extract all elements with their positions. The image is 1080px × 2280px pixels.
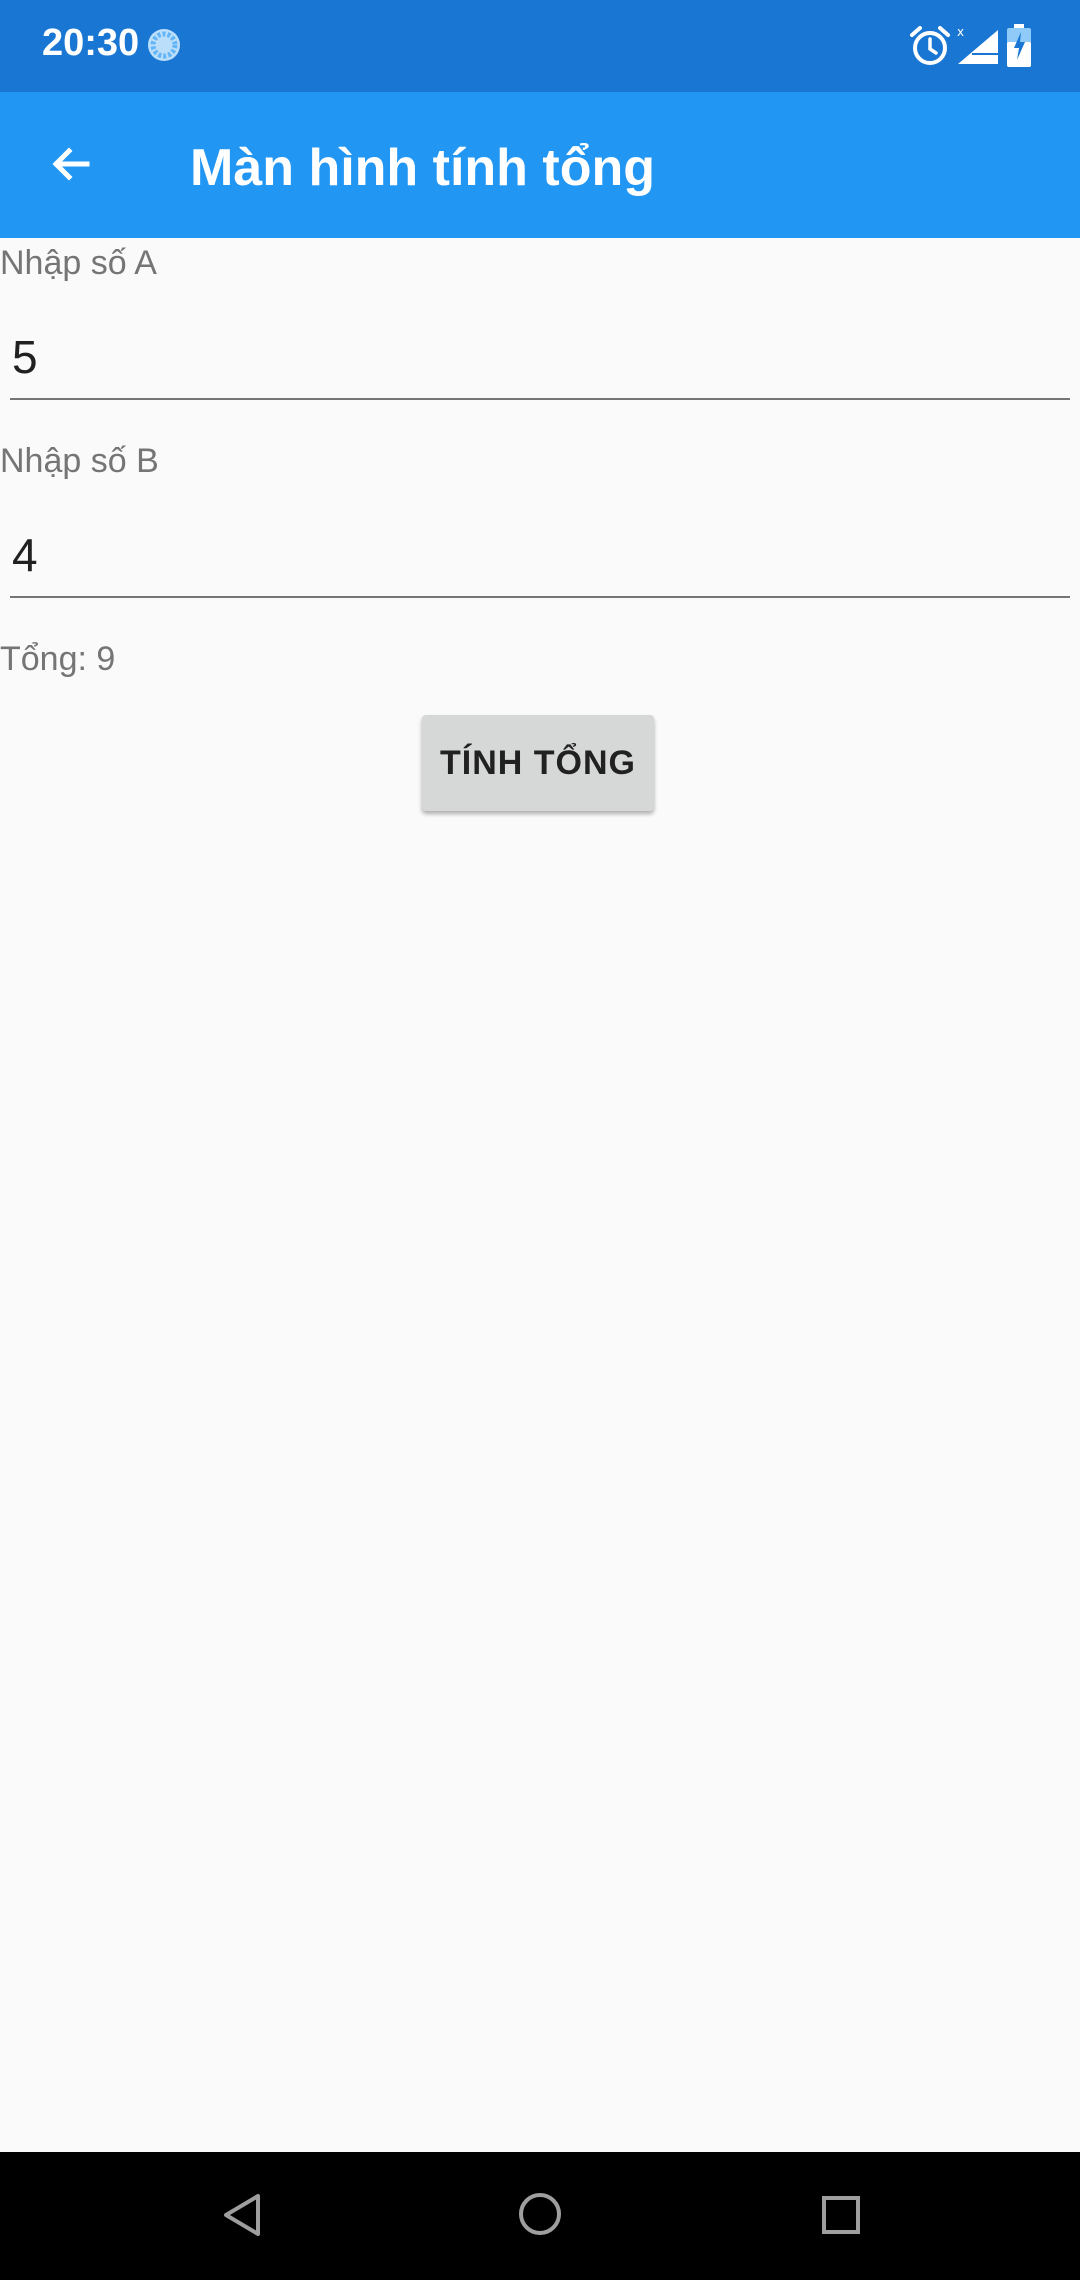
number-b-input[interactable] <box>10 514 1070 598</box>
calculate-sum-button[interactable]: TÍNH TỔNG <box>422 715 654 811</box>
nav-back-icon[interactable] <box>218 2190 268 2240</box>
back-button[interactable] <box>36 129 106 199</box>
nav-recents-icon[interactable] <box>818 2192 864 2238</box>
status-bar: 20:30 x <box>0 0 1080 92</box>
arrow-left-icon <box>52 147 90 181</box>
label-b: Nhập số B <box>0 442 159 480</box>
battery-charging-icon <box>1007 24 1031 67</box>
nav-home-icon[interactable] <box>514 2188 566 2240</box>
svg-text:x: x <box>957 25 964 39</box>
alarm-icon <box>910 26 950 65</box>
app-bar: Màn hình tính tổng <box>0 92 1080 238</box>
number-a-input[interactable] <box>10 316 1070 400</box>
page-title: Màn hình tính tổng <box>190 139 655 197</box>
sync-icon <box>148 29 180 61</box>
navigation-bar <box>0 2152 1080 2280</box>
signal-icon: x <box>957 25 998 64</box>
sum-result: Tổng: 9 <box>0 640 116 678</box>
label-a: Nhập số A <box>0 244 157 282</box>
status-time: 20:30 <box>42 22 140 64</box>
